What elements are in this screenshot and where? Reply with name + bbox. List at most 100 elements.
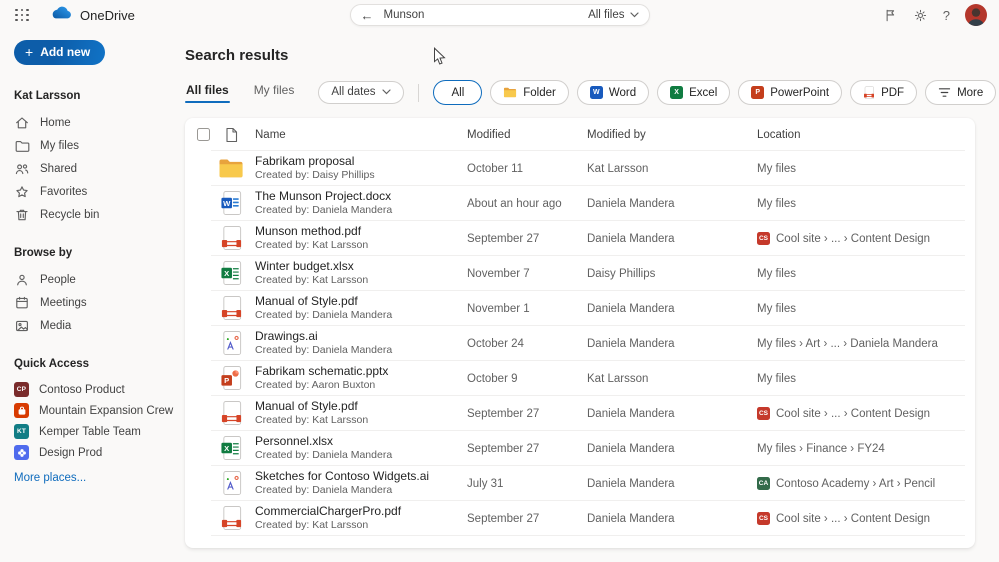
location-path: My files — [757, 302, 796, 315]
file-modified: November 7 — [467, 267, 530, 280]
location-site-icon: CA — [757, 477, 770, 490]
avatar[interactable] — [965, 4, 987, 26]
column-header-name[interactable]: Name — [255, 129, 467, 141]
filter-pill-word[interactable]: W Word — [576, 80, 650, 105]
sidebar-item-label: My files — [40, 139, 79, 152]
column-header-location[interactable]: Location — [757, 129, 963, 141]
flag-icon[interactable] — [883, 8, 898, 23]
file-location[interactable]: My files — [757, 303, 963, 315]
table-row[interactable]: X Winter budget.xlsx Created by: Kat Lar… — [185, 256, 975, 291]
file-modified: November 1 — [467, 302, 530, 315]
table-row[interactable]: CommercialChargerPro.pdf Created by: Kat… — [185, 501, 975, 536]
file-location[interactable]: My files — [757, 373, 963, 385]
column-header-modified-by[interactable]: Modified by — [587, 129, 757, 141]
sidebar-item-label: Home — [40, 116, 71, 129]
file-modified: September 27 — [467, 512, 540, 525]
filter-pill-label: PDF — [881, 86, 905, 99]
file-location[interactable]: My files › Finance › FY24 — [757, 443, 963, 455]
tab-all-files[interactable]: All files — [185, 81, 230, 104]
file-created-by: Created by: Aaron Buxton — [255, 379, 376, 392]
file-modified: October 11 — [467, 162, 524, 175]
quick-access-kemper-table-team[interactable]: KT Kemper Table Team — [14, 421, 175, 442]
word-icon: W — [589, 86, 603, 99]
file-created-by: Created by: Kat Larsson — [255, 239, 369, 252]
file-location[interactable]: CS Cool site › ... › Content Design — [757, 407, 963, 420]
sidebar-item-media[interactable]: Media — [14, 314, 175, 337]
filter-pill-label: More — [957, 86, 984, 99]
mountain-expansion-crew-icon — [14, 403, 29, 418]
add-new-button[interactable]: + Add new — [14, 40, 106, 65]
search-scope-dropdown[interactable]: All files — [588, 9, 639, 21]
filter-pill-more[interactable]: More — [925, 80, 997, 105]
file-name: Personnel.xlsx — [255, 433, 334, 448]
date-filter-dropdown[interactable]: All dates — [318, 81, 405, 104]
file-name: Fabrikam proposal — [255, 153, 355, 168]
file-created-by: Created by: Daisy Phillips — [255, 169, 375, 182]
file-location[interactable]: My files — [757, 268, 963, 280]
help-icon[interactable]: ? — [943, 8, 950, 23]
file-modified-by: Daniela Mandera — [587, 197, 675, 210]
column-header-modified[interactable]: Modified — [467, 129, 587, 141]
onedrive-logo[interactable]: OneDrive — [50, 5, 135, 25]
file-location[interactable]: My files — [757, 198, 963, 210]
table-row[interactable]: P Fabrikam schematic.pptx Created by: Aa… — [185, 361, 975, 396]
sidebar-item-shared[interactable]: Shared — [14, 157, 175, 180]
app-launcher-waffle-icon[interactable] — [8, 1, 36, 29]
location-path: My files — [757, 162, 796, 175]
gear-icon[interactable] — [913, 8, 928, 23]
search-input[interactable]: Munson — [384, 9, 589, 21]
table-row[interactable]: Sketches for Contoso Widgets.ai Created … — [185, 466, 975, 501]
sidebar-item-label: Shared — [40, 162, 78, 175]
tab-my-files[interactable]: My files — [253, 81, 296, 104]
sidebar-item-meetings[interactable]: Meetings — [14, 291, 175, 314]
file-modified: October 24 — [467, 337, 524, 350]
file-modified-by: Kat Larsson — [587, 372, 649, 385]
more-places-link[interactable]: More places... — [14, 472, 86, 484]
quick-access-mountain-expansion-crew[interactable]: Mountain Expansion Crew — [14, 400, 175, 421]
page-title: Search results — [185, 47, 289, 64]
filter-pill-all[interactable]: All — [433, 80, 483, 105]
sidebar-item-favorites[interactable]: Favorites — [14, 180, 175, 203]
table-row[interactable]: Drawings.ai Created by: Daniela Mandera … — [185, 326, 975, 361]
table-row[interactable]: Manual of Style.pdf Created by: Daniela … — [185, 291, 975, 326]
sidebar-item-people[interactable]: People — [14, 268, 175, 291]
table-row[interactable]: Manual of Style.pdf Created by: Kat Lars… — [185, 396, 975, 431]
file-modified-by: Daniela Mandera — [587, 232, 675, 245]
filter-pill-label: Folder — [523, 86, 556, 99]
table-row[interactable]: X Personnel.xlsx Created by: Daniela Man… — [185, 431, 975, 466]
file-location[interactable]: My files › Art › ... › Daniela Mandera — [757, 338, 963, 350]
onedrive-app: OneDrive ← Munson All files ? + Add new … — [0, 0, 999, 562]
filter-pill-powerpoint[interactable]: P PowerPoint — [738, 80, 843, 105]
table-row[interactable]: W The Munson Project.docx Created by: Da… — [185, 186, 975, 221]
file-type-column-icon[interactable] — [217, 127, 245, 143]
file-created-by: Created by: Daniela Mandera — [255, 449, 393, 462]
location-path: My files — [757, 267, 796, 280]
svg-text:X: X — [224, 269, 230, 278]
table-row[interactable]: Munson method.pdf Created by: Kat Larsso… — [185, 221, 975, 256]
sidebar-browse-nav: People Meetings Media — [14, 268, 175, 337]
search-back-arrow-icon[interactable]: ← — [361, 9, 374, 22]
pdf-file-icon — [217, 225, 245, 252]
filter-pill-folder[interactable]: Folder — [490, 80, 569, 105]
sidebar-item-label: Meetings — [40, 296, 87, 309]
sidebar-item-home[interactable]: Home — [14, 111, 175, 134]
quick-access-contoso-product[interactable]: CP Contoso Product — [14, 379, 175, 400]
file-modified-by: Daniela Mandera — [587, 512, 675, 525]
search-bar[interactable]: ← Munson All files — [349, 4, 650, 26]
table-row[interactable]: Fabrikam proposal Created by: Daisy Phil… — [185, 151, 975, 186]
file-modified: September 27 — [467, 232, 540, 245]
sidebar-item-my-files[interactable]: My files — [14, 134, 175, 157]
file-location[interactable]: CS Cool site › ... › Content Design — [757, 512, 963, 525]
quick-access-design-prod[interactable]: Design Prod — [14, 442, 175, 463]
excel-file-icon: X — [217, 435, 245, 462]
file-modified-by: Daniela Mandera — [587, 407, 675, 420]
file-location[interactable]: CA Contoso Academy › Art › Pencil — [757, 477, 963, 490]
sidebar-item-recycle-bin[interactable]: Recycle bin — [14, 203, 175, 226]
select-all-checkbox[interactable] — [197, 128, 210, 141]
file-location[interactable]: My files — [757, 163, 963, 175]
file-modified-by: Daniela Mandera — [587, 477, 675, 490]
file-modified: July 31 — [467, 477, 504, 490]
filter-pill-pdf[interactable]: PDF — [850, 80, 918, 105]
file-location[interactable]: CS Cool site › ... › Content Design — [757, 232, 963, 245]
filter-pill-excel[interactable]: X Excel — [657, 80, 731, 105]
